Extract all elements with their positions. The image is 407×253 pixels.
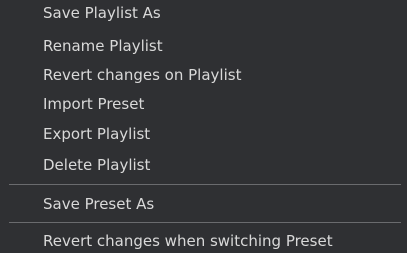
menu-item-delete-playlist[interactable]: Delete Playlist bbox=[43, 153, 150, 177]
menu-item-export-playlist[interactable]: Export Playlist bbox=[43, 122, 150, 146]
menu-separator bbox=[9, 184, 401, 185]
menu-separator bbox=[9, 222, 401, 223]
menu-item-revert-changes-on-playlist[interactable]: Revert changes on Playlist bbox=[43, 63, 241, 87]
menu-item-save-playlist-as[interactable]: Save Playlist As bbox=[43, 1, 161, 25]
menu-item-save-preset-as[interactable]: Save Preset As bbox=[43, 192, 154, 216]
playlist-context-menu: Save Playlist As Rename Playlist Revert … bbox=[0, 0, 407, 253]
menu-item-import-preset[interactable]: Import Preset bbox=[43, 92, 144, 116]
menu-item-revert-changes-when-switching-preset[interactable]: Revert changes when switching Preset bbox=[43, 229, 333, 253]
menu-item-rename-playlist[interactable]: Rename Playlist bbox=[43, 34, 163, 58]
